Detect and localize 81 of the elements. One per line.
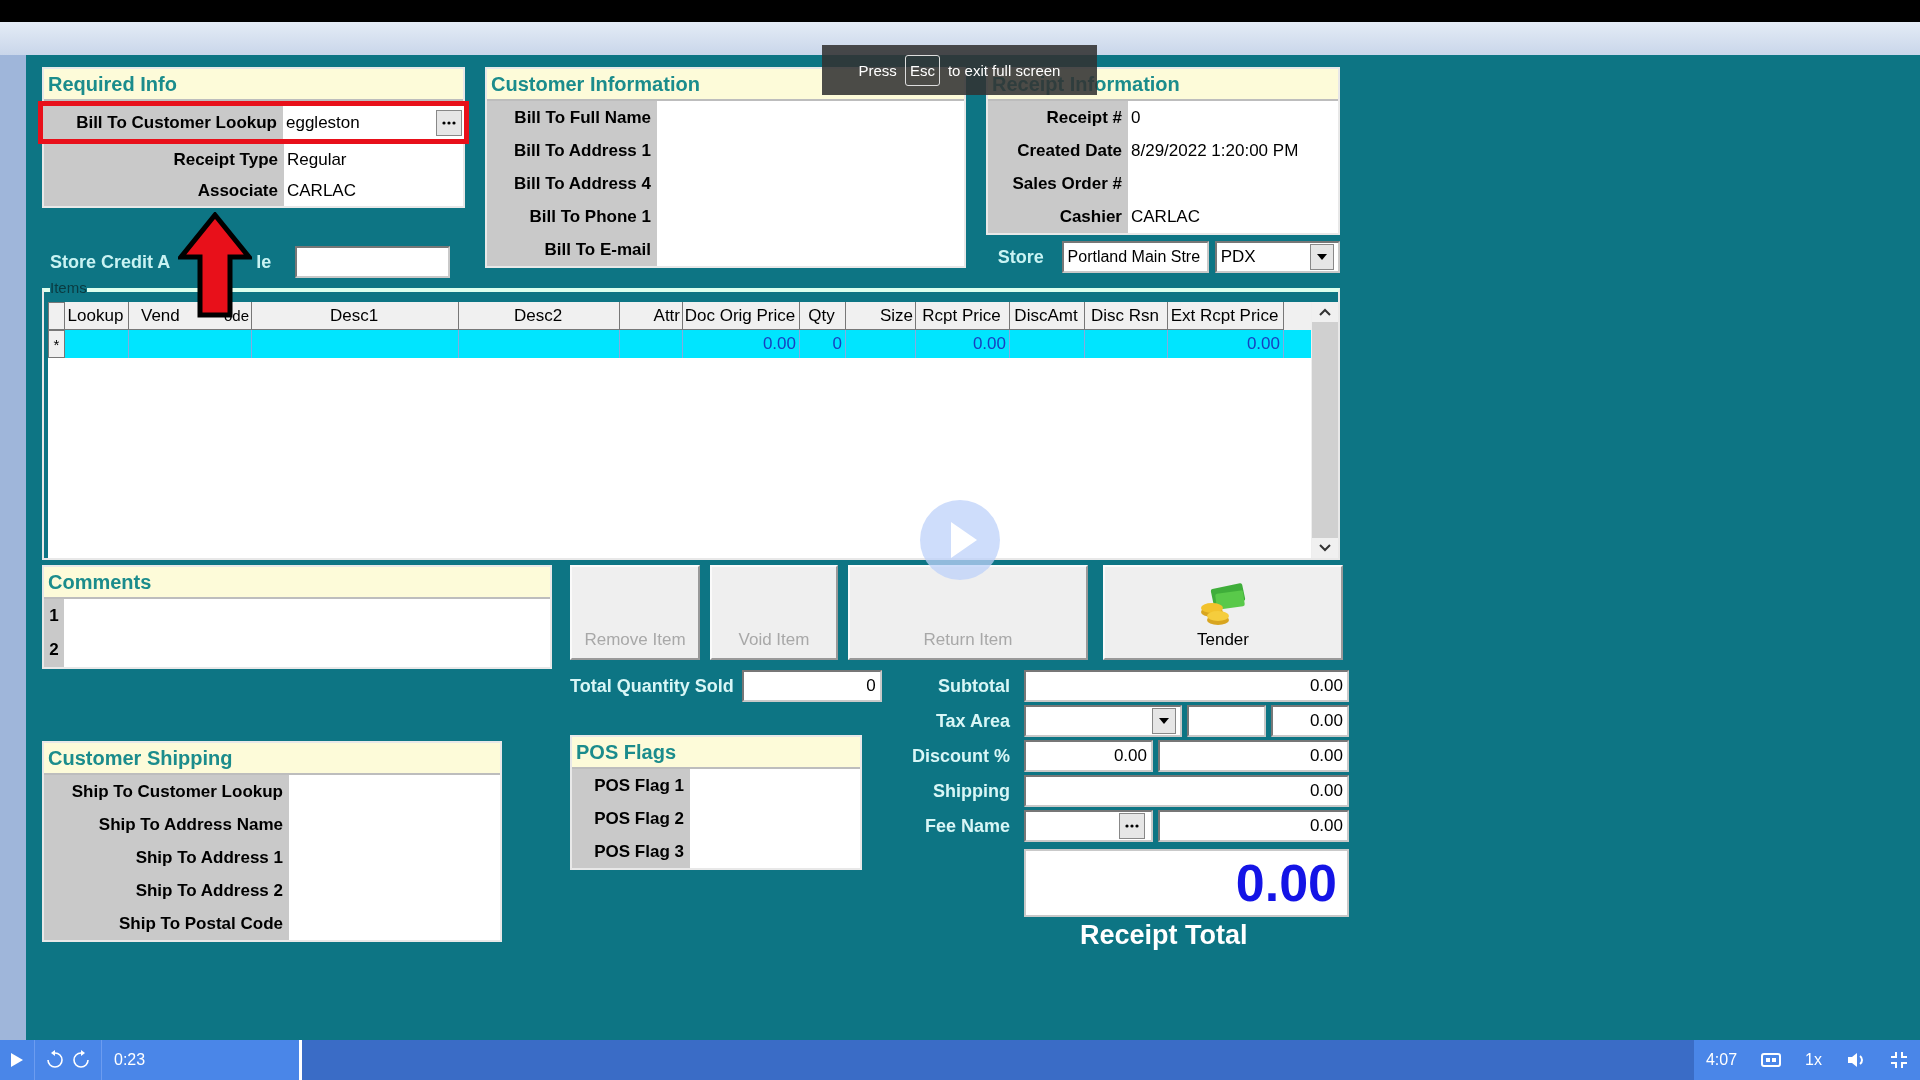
field-label: Ship To Customer Lookup: [44, 775, 289, 808]
field-label: Created Date: [988, 134, 1128, 167]
receipt-total-amount: 0.00: [1024, 849, 1349, 917]
exit-fullscreen-icon[interactable]: [1890, 1051, 1908, 1069]
field-label: Receipt #: [988, 101, 1128, 134]
field-label: Ship To Address 1: [44, 841, 289, 874]
dropdown-arrow-icon: [1159, 718, 1169, 724]
forward-icon[interactable]: [71, 1050, 91, 1070]
field-label: Store: [996, 246, 1045, 268]
table-cell: 0: [800, 330, 846, 358]
amount-field[interactable]: 0.00: [1024, 670, 1349, 702]
play-overlay-icon[interactable]: [920, 500, 1000, 580]
field-label: POS Flag 2: [572, 802, 690, 835]
volume-icon[interactable]: [1846, 1051, 1866, 1069]
field-label: Ship To Address 2: [44, 874, 289, 907]
field-label: Bill To Customer Lookup: [43, 106, 283, 139]
field-label: POS Flag 3: [572, 835, 690, 868]
panel-title: POS Flags: [572, 737, 860, 769]
quantity-field[interactable]: 0: [741, 670, 882, 702]
field-label: Bill To E-mail: [487, 233, 657, 266]
ellipsis-icon: [1125, 824, 1139, 828]
action-button[interactable]: Tender: [1103, 565, 1343, 660]
rewind-icon[interactable]: [45, 1050, 65, 1070]
ellipsis-icon: [442, 120, 456, 125]
ellipsis-button[interactable]: [436, 109, 462, 136]
field-label: Sales Order #: [988, 167, 1128, 200]
scroll-up-icon[interactable]: [1312, 302, 1338, 322]
panel-title: Customer Shipping: [44, 743, 500, 775]
store-field[interactable]: Portland Main Stre: [1061, 241, 1209, 273]
grid-row[interactable]: * 0.00 0 0.00 0.00: [48, 330, 1311, 358]
total-label: Receipt Total: [1080, 920, 1248, 951]
line-number: 2: [44, 633, 64, 667]
store-dropdown[interactable]: PDX: [1214, 241, 1340, 273]
field-label: Total Quantity Sold: [570, 675, 734, 697]
field-label: Bill To Address 1: [487, 134, 657, 167]
field-label: Subtotal: [937, 675, 1010, 697]
amount-field[interactable]: 0.00: [1024, 740, 1153, 772]
dropdown-arrow-icon: [1317, 254, 1327, 260]
field-label: Ship To Address Name: [44, 808, 289, 841]
field-label: Discount %: [911, 745, 1010, 767]
scroll-down-icon[interactable]: [1312, 538, 1338, 558]
amount-field[interactable]: 0.00: [1158, 810, 1349, 842]
play-icon: [10, 1052, 24, 1068]
column-header[interactable]: Vend: [141, 305, 180, 326]
amount-field[interactable]: 0.00: [1024, 775, 1349, 807]
field-label: Fee Name: [923, 815, 1010, 837]
speed-button[interactable]: 1x: [1805, 1051, 1822, 1069]
row-marker: *: [48, 330, 65, 358]
field-label: Cashier: [988, 200, 1128, 233]
field-label: Shipping: [932, 780, 1010, 802]
captions-icon[interactable]: [1761, 1053, 1782, 1067]
duration-time: 4:07: [1705, 1051, 1738, 1069]
table-cell: 0.00: [683, 330, 800, 358]
input-field[interactable]: [1187, 705, 1266, 737]
field-label: Store Credit A: [50, 251, 171, 273]
field-label: Bill To Full Name: [487, 101, 657, 134]
field-label: Bill To Phone 1: [487, 200, 657, 233]
lookup-field[interactable]: [1024, 810, 1153, 842]
amount-field[interactable]: 0.00: [1271, 705, 1349, 737]
amount-field[interactable]: 0.00: [1158, 740, 1349, 772]
panel-title: Comments: [44, 567, 550, 599]
key-label: Esc: [904, 54, 940, 86]
ellipsis-button[interactable]: [1119, 813, 1145, 839]
elapsed-time: 0:23: [114, 1051, 146, 1069]
dropdown-field[interactable]: [1024, 705, 1182, 737]
group-title: Items: [50, 281, 87, 295]
field-label: Tax Area: [934, 710, 1010, 732]
input-field[interactable]: [295, 246, 451, 278]
scrollbar[interactable]: [1311, 302, 1338, 558]
table-cell: 0.00: [916, 330, 1010, 358]
money-icon: [1198, 582, 1248, 626]
field-label: Ship To Postal Code: [44, 907, 289, 940]
table-cell: 0.00: [1168, 330, 1284, 358]
field-label: Receipt Type: [44, 144, 284, 175]
field-label: POS Flag 1: [572, 769, 690, 802]
field-label: Associate: [44, 175, 284, 206]
field-label: le: [256, 251, 272, 273]
panel-title: Required Info: [44, 69, 463, 101]
field-label: Bill To Address 4: [487, 167, 657, 200]
line-number: 1: [44, 599, 64, 633]
lookup-field[interactable]: eggleston: [283, 106, 464, 139]
